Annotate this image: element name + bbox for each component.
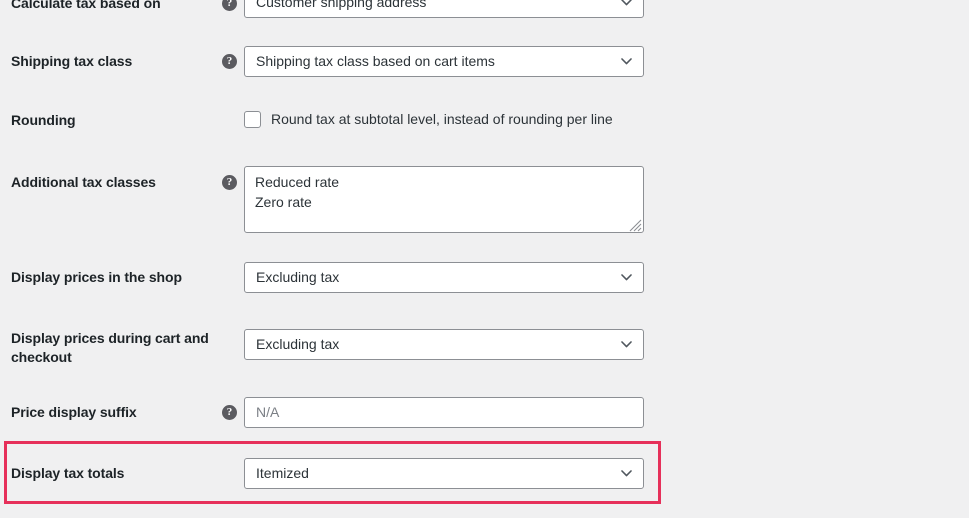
checkbox-rounding-wrapper[interactable]: Round tax at subtotal level, instead of … bbox=[244, 111, 613, 128]
label-calculate-tax-based-on: Calculate tax based on bbox=[11, 0, 216, 13]
chevron-down-icon bbox=[621, 470, 632, 477]
label-display-prices-cart-checkout: Display prices during cart and checkout bbox=[11, 329, 216, 367]
label-shipping-tax-class: Shipping tax class bbox=[11, 52, 216, 71]
field-additional-tax-classes: Reduced rate Zero rate bbox=[244, 166, 644, 233]
checkbox-label-round-tax-at-subtotal: Round tax at subtotal level, instead of … bbox=[271, 111, 613, 128]
tax-settings-page: Calculate tax based on ? Customer shippi… bbox=[0, 0, 969, 518]
field-price-display-suffix: N/A bbox=[244, 397, 644, 428]
select-value-display-prices-in-shop: Excluding tax bbox=[256, 263, 339, 292]
label-line-1: Display prices during cart and bbox=[11, 330, 209, 346]
select-value-display-tax-totals: Itemized bbox=[256, 459, 309, 488]
select-shipping-tax-class[interactable]: Shipping tax class based on cart items bbox=[244, 46, 644, 77]
field-calculate-tax-based-on: Customer shipping address bbox=[244, 0, 644, 18]
textarea-line: Zero rate bbox=[255, 192, 633, 212]
select-display-prices-cart-checkout[interactable]: Excluding tax bbox=[244, 329, 644, 360]
select-display-prices-in-shop[interactable]: Excluding tax bbox=[244, 262, 644, 293]
textarea-line: Reduced rate bbox=[255, 172, 633, 192]
help-question-icon[interactable]: ? bbox=[222, 0, 237, 11]
select-display-tax-totals[interactable]: Itemized bbox=[244, 458, 644, 489]
help-question-icon[interactable]: ? bbox=[222, 175, 237, 190]
select-calculate-tax-based-on[interactable]: Customer shipping address bbox=[244, 0, 644, 18]
resize-grip-icon[interactable] bbox=[628, 217, 642, 231]
label-additional-tax-classes: Additional tax classes bbox=[11, 173, 216, 192]
label-display-tax-totals: Display tax totals bbox=[11, 464, 216, 483]
chevron-down-icon bbox=[621, 0, 632, 6]
label-line-2: checkout bbox=[11, 349, 72, 365]
checkbox-round-tax-at-subtotal[interactable] bbox=[244, 111, 261, 128]
field-display-tax-totals: Itemized bbox=[244, 458, 644, 489]
select-value-shipping-tax-class: Shipping tax class based on cart items bbox=[256, 47, 495, 76]
label-display-prices-in-shop: Display prices in the shop bbox=[11, 268, 216, 287]
field-display-prices-cart-checkout: Excluding tax bbox=[244, 329, 644, 360]
textarea-additional-tax-classes[interactable]: Reduced rate Zero rate bbox=[244, 166, 644, 233]
select-value-calculate-tax-based-on: Customer shipping address bbox=[256, 0, 426, 17]
chevron-down-icon bbox=[621, 58, 632, 65]
field-display-prices-in-shop: Excluding tax bbox=[244, 262, 644, 293]
chevron-down-icon bbox=[621, 274, 632, 281]
select-value-display-prices-cart-checkout: Excluding tax bbox=[256, 330, 339, 359]
help-question-icon[interactable]: ? bbox=[222, 405, 237, 420]
label-price-display-suffix: Price display suffix bbox=[11, 403, 216, 422]
chevron-down-icon bbox=[621, 341, 632, 348]
input-placeholder-price-display-suffix: N/A bbox=[256, 398, 279, 427]
help-question-icon[interactable]: ? bbox=[222, 54, 237, 69]
field-shipping-tax-class: Shipping tax class based on cart items bbox=[244, 46, 644, 77]
input-price-display-suffix[interactable]: N/A bbox=[244, 397, 644, 428]
label-rounding: Rounding bbox=[11, 111, 216, 130]
